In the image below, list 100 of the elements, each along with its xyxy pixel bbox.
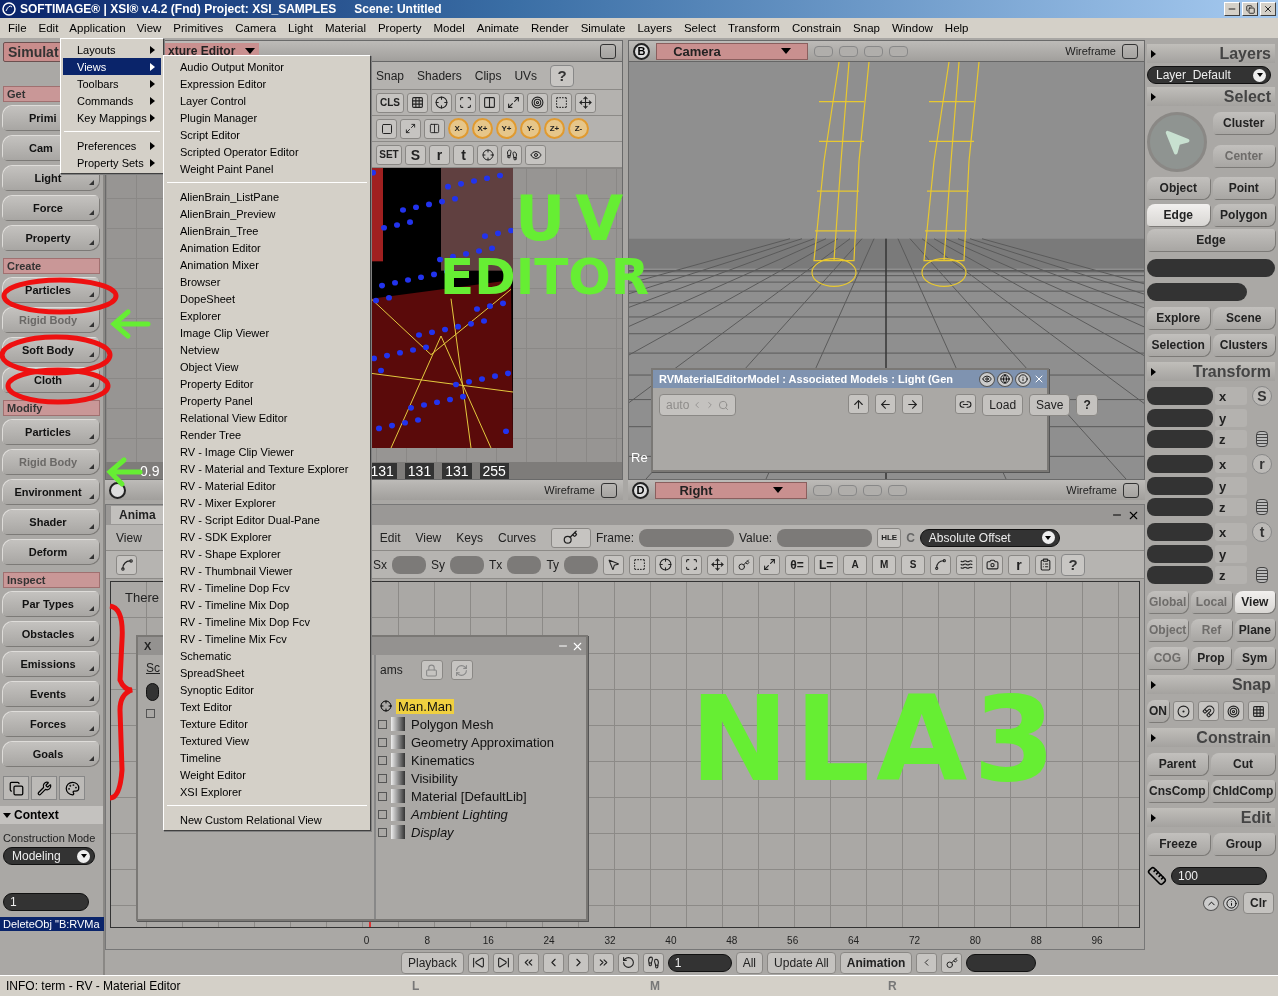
section-header[interactable]: Layers — [1147, 44, 1275, 63]
menu-item[interactable]: Layouts — [63, 41, 161, 58]
columns-icon[interactable] — [479, 92, 500, 113]
menu-item[interactable]: Expression Editor — [166, 75, 368, 92]
axis-button[interactable]: Z- — [568, 118, 589, 139]
eyes-icon[interactable] — [979, 371, 995, 387]
select-mode-button[interactable]: Plane — [1234, 619, 1275, 641]
menu[interactable]: Shaders — [417, 68, 472, 83]
scroll-wheel-icon[interactable] — [1256, 431, 1268, 447]
axis-toggle[interactable]: x — [1215, 387, 1247, 405]
info-icon[interactable] — [1223, 895, 1239, 911]
menu-item[interactable]: Snap — [847, 19, 886, 37]
square-icon[interactable] — [376, 118, 397, 139]
menu-item[interactable]: Explorer — [166, 307, 368, 324]
crosshair-icon[interactable] — [477, 144, 498, 165]
edit-button[interactable]: Freeze — [1147, 833, 1210, 855]
skip-back-icon[interactable] — [467, 952, 489, 973]
key-icon[interactable] — [733, 554, 755, 575]
transform-mode-button[interactable]: r — [1252, 454, 1272, 474]
menu-item[interactable]: New Custom Relational View — [166, 811, 368, 828]
transform-value-field[interactable] — [1147, 566, 1213, 584]
tree-item[interactable]: Geometry Approximation — [409, 734, 557, 750]
menu[interactable]: UVs — [514, 68, 548, 83]
menu-item[interactable]: Light — [282, 19, 320, 37]
menu[interactable]: View — [415, 530, 452, 545]
animation-button[interactable]: Animation — [839, 951, 913, 974]
component-dropdown[interactable]: Edge — [1147, 229, 1275, 251]
transform-tool-button[interactable]: S — [405, 144, 426, 165]
maximize-icon[interactable] — [600, 43, 616, 59]
axis-toggle[interactable]: z — [1215, 498, 1247, 516]
transform-value-field[interactable] — [1147, 498, 1213, 516]
menu-item[interactable]: RV - Timeline Mix Fcv — [166, 630, 368, 647]
tree-item[interactable]: Man.Man — [396, 698, 455, 714]
display-mode-menu[interactable]: Wireframe — [544, 484, 595, 496]
menu-item[interactable]: XSI Explorer — [166, 783, 368, 800]
help-button[interactable]: ? — [1076, 394, 1098, 416]
up-icon[interactable] — [1203, 895, 1219, 911]
select-mode-button[interactable]: Edge — [1147, 204, 1210, 226]
transform-value-field[interactable] — [1147, 523, 1213, 541]
grid-icon[interactable] — [407, 92, 428, 113]
tool-button[interactable]: Emissions — [3, 652, 99, 676]
frame-field[interactable]: 1 — [3, 893, 89, 911]
explore-button[interactable]: Selection — [1147, 334, 1210, 356]
edit-button[interactable]: Group — [1212, 833, 1275, 855]
menu[interactable]: Edit — [379, 530, 411, 545]
curve-mode-button[interactable]: A — [843, 554, 868, 575]
menu-item[interactable]: Scripted Operator Editor — [166, 143, 368, 160]
move-icon[interactable] — [707, 554, 729, 575]
menu[interactable]: Curves — [497, 530, 546, 545]
update-all-button[interactable]: Update All — [767, 951, 836, 974]
step-back-icon[interactable] — [542, 952, 564, 973]
menu-item[interactable]: Timeline — [166, 749, 368, 766]
menu-item[interactable]: RV - Image Clip Viewer — [166, 443, 368, 460]
tool-button[interactable]: Events — [3, 682, 99, 706]
globe-icon[interactable] — [997, 371, 1013, 387]
transform-field[interactable] — [564, 555, 599, 574]
axis-toggle[interactable]: x — [1215, 523, 1247, 541]
menu-item[interactable]: Schematic — [166, 647, 368, 664]
toggle-icon[interactable] — [813, 484, 832, 496]
eye-icon[interactable] — [525, 144, 546, 165]
transform-value-field[interactable] — [1147, 409, 1213, 427]
panel-tab[interactable]: Simulat — [3, 42, 63, 62]
tool-button[interactable]: Par Types — [3, 592, 99, 616]
transform-mode-button[interactable]: t — [1252, 522, 1272, 542]
axis-button[interactable]: Z+ — [544, 118, 565, 139]
crosshair-icon[interactable] — [655, 554, 677, 575]
select-mode-button[interactable]: View — [1234, 591, 1275, 613]
menu-item[interactable]: Property — [371, 19, 428, 37]
tool-button[interactable]: Force — [3, 196, 99, 220]
tree-item[interactable]: Kinematics — [409, 752, 477, 768]
tool-button[interactable]: Goals — [3, 742, 99, 766]
maximize-icon[interactable] — [601, 482, 617, 498]
menu-item[interactable]: RV - SDK Explorer — [166, 528, 368, 545]
constrain-button[interactable]: ChldComp — [1210, 780, 1276, 802]
context-header[interactable]: Context — [0, 806, 103, 824]
close-icon[interactable] — [1260, 2, 1276, 16]
menu-item[interactable]: Property Editor — [166, 375, 368, 392]
constrain-button[interactable]: Cut — [1210, 753, 1276, 775]
select-box-icon[interactable] — [551, 92, 572, 113]
transform-field[interactable] — [392, 555, 426, 574]
menu-item[interactable]: Netview — [166, 341, 368, 358]
explore-button[interactable]: Clusters — [1212, 334, 1275, 356]
display-mode-menu[interactable]: Wireframe — [1065, 45, 1116, 57]
menu-item[interactable]: Relational View Editor — [166, 409, 368, 426]
move-icon[interactable] — [575, 92, 596, 113]
all-button[interactable]: All — [735, 951, 764, 974]
curve-icon[interactable] — [116, 554, 137, 575]
frame-field[interactable] — [639, 528, 734, 547]
menu-item[interactable]: Camera — [229, 19, 283, 37]
menu-item[interactable]: View — [130, 19, 168, 37]
menu-item[interactable]: Weight Paint Panel — [166, 160, 368, 177]
menu[interactable]: View — [116, 530, 152, 545]
palette-icon[interactable] — [59, 776, 85, 800]
menu-item[interactable]: RV - Timeline Mix Dop Fcv — [166, 613, 368, 630]
select-mode-button[interactable]: Sym — [1234, 647, 1275, 669]
section-header[interactable]: Select — [1147, 87, 1275, 106]
clear-button[interactable]: CLS — [376, 92, 404, 113]
select-box-icon[interactable] — [629, 554, 651, 575]
arrow-left-icon[interactable] — [875, 394, 897, 414]
menu-item[interactable]: Synoptic Editor — [166, 681, 368, 698]
